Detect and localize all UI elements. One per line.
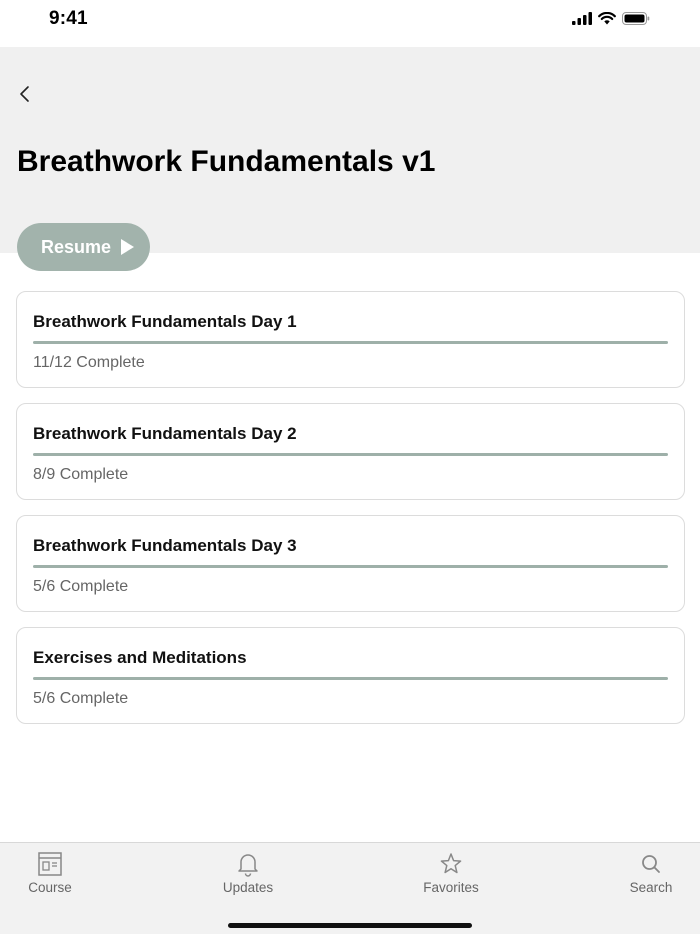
- resume-button[interactable]: Resume: [17, 223, 150, 271]
- lesson-title: Breathwork Fundamentals Day 1: [33, 312, 297, 331]
- lesson-title: Breathwork Fundamentals Day 2: [33, 424, 297, 443]
- tab-label: Search: [629, 880, 673, 895]
- tab-label: Course: [28, 880, 72, 895]
- battery-icon: [622, 12, 650, 25]
- lesson-card[interactable]: Breathwork Fundamentals Day 2 8/9 Comple…: [16, 403, 685, 500]
- lesson-list: Breathwork Fundamentals Day 1 11/12 Comp…: [16, 291, 685, 739]
- lesson-progress-bar: [33, 565, 668, 568]
- resume-label: Resume: [41, 236, 112, 257]
- progress-fill: [33, 677, 668, 680]
- home-indicator: [228, 923, 472, 928]
- progress-fill: [33, 453, 668, 456]
- lesson-title: Exercises and Meditations: [33, 648, 247, 667]
- signal-icon: [572, 12, 592, 25]
- lesson-title: Breathwork Fundamentals Day 3: [33, 536, 297, 555]
- tab-updates[interactable]: Updates: [203, 851, 293, 895]
- bell-icon: [238, 854, 258, 877]
- chevron-left-icon: [20, 86, 29, 102]
- lesson-progress-bar: [33, 677, 668, 680]
- lesson-status: 11/12 Complete: [33, 354, 145, 371]
- status-icons: [572, 12, 650, 25]
- lesson-card[interactable]: Breathwork Fundamentals Day 3 5/6 Comple…: [16, 515, 685, 612]
- tab-course[interactable]: Course: [5, 851, 95, 895]
- back-button[interactable]: [14, 83, 36, 105]
- course-icon: [38, 852, 62, 876]
- progress-fill: [33, 565, 668, 568]
- star-icon: [440, 853, 462, 874]
- status-time: 9:41: [49, 8, 88, 29]
- lesson-status: 8/9 Complete: [33, 466, 129, 483]
- tab-label: Updates: [222, 880, 274, 895]
- lesson-card[interactable]: Exercises and Meditations 5/6 Complete: [16, 627, 685, 724]
- lesson-card[interactable]: Breathwork Fundamentals Day 1 11/12 Comp…: [16, 291, 685, 388]
- wifi-icon: [598, 12, 616, 25]
- page-title: Breathwork Fundamentals v1: [17, 145, 436, 178]
- lesson-progress-bar: [33, 341, 668, 344]
- tab-bar: Course Updates Favorites Search: [0, 842, 700, 934]
- tab-label: Favorites: [423, 880, 479, 895]
- lesson-status: 5/6 Complete: [33, 690, 129, 707]
- status-bar: 9:41: [0, 0, 700, 47]
- lesson-status: 5/6 Complete: [33, 578, 129, 595]
- tab-search[interactable]: Search: [606, 851, 696, 895]
- progress-fill: [33, 341, 668, 344]
- play-icon: [121, 239, 135, 255]
- lesson-progress-bar: [33, 453, 668, 456]
- tab-favorites[interactable]: Favorites: [406, 851, 496, 895]
- search-icon: [642, 855, 660, 873]
